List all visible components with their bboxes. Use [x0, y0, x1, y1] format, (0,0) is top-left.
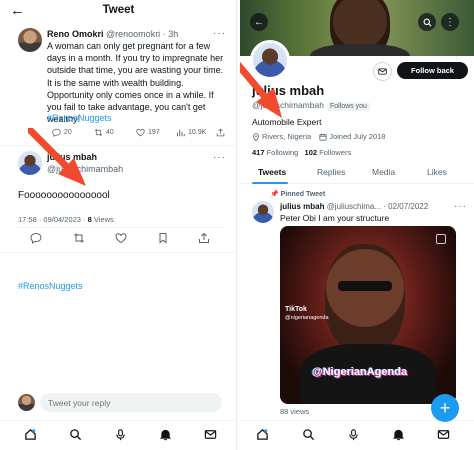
views-chart-icon: [177, 129, 185, 137]
tab-replies[interactable]: Replies: [317, 167, 345, 177]
followers-label: Followers: [317, 148, 352, 157]
follows-you-badge: Follows you: [326, 102, 370, 111]
pinned-date: · 02/07/2022: [383, 202, 429, 211]
pinned-author-handle: @juliuschima...: [326, 202, 382, 211]
bottom-nav: [240, 420, 474, 450]
pinned-label-text: Pinned Tweet: [280, 191, 326, 198]
avatar[interactable]: [18, 28, 42, 52]
banner-photo: [310, 44, 410, 56]
location: Rivers, Nigeria: [252, 132, 311, 141]
follow-counts: 417 Following 102 Followers: [252, 148, 351, 157]
followers-link[interactable]: 102 Followers: [305, 148, 352, 157]
more-options-icon[interactable]: ···: [213, 28, 226, 39]
active-tab-indicator: [252, 182, 288, 184]
retweet-icon[interactable]: [73, 232, 85, 244]
hashtag-link[interactable]: #RenosNuggets: [47, 113, 112, 123]
reply-views-label: Views: [91, 215, 114, 224]
tab-media[interactable]: Media: [372, 167, 395, 177]
tab-tweets[interactable]: Tweets: [258, 167, 286, 177]
tweet-author: Reno Omokri @renoomokri · 3h: [47, 29, 178, 39]
calendar-icon: [319, 133, 327, 141]
page-title: Tweet: [102, 4, 135, 16]
view-count-label: 10.9K: [188, 129, 207, 136]
hashtag-link[interactable]: #RenosNuggets: [18, 281, 83, 291]
retweet-count-label: 40: [106, 129, 114, 136]
follow-back-button[interactable]: Follow back: [397, 62, 468, 79]
reply-timestamp: 17:58 · 09/04/2023 ·: [18, 215, 88, 224]
red-arrow-annotation: [28, 128, 86, 186]
reply-meta: 17:58 · 09/04/2023 · 8 Views: [18, 215, 114, 224]
tiktok-handle: @nigerianagenda: [285, 315, 329, 321]
tiktok-watermark: TikTok @nigerianagenda: [285, 306, 329, 322]
notifications-bell-icon[interactable]: [392, 428, 405, 441]
red-arrow-annotation: [240, 61, 282, 118]
tab-likes[interactable]: Likes: [427, 167, 447, 177]
share-button[interactable]: [216, 128, 225, 137]
compose-tweet-button[interactable]: +: [431, 394, 459, 422]
divider: [18, 227, 223, 228]
pin-icon: 📌: [270, 191, 279, 198]
messages-mail-icon[interactable]: [437, 428, 450, 441]
reply-actions: [30, 232, 212, 246]
pinned-author-name[interactable]: julius mbah: [280, 202, 324, 211]
message-button[interactable]: [373, 62, 392, 81]
reply-composer: [12, 392, 224, 414]
back-arrow-icon[interactable]: ←: [250, 13, 268, 31]
like-count-label: 197: [148, 129, 160, 136]
search-icon: [423, 18, 431, 26]
notifications-bell-icon[interactable]: [159, 428, 172, 441]
mail-icon: [378, 68, 387, 75]
followers-count: 102: [304, 148, 318, 157]
author-handle: @renoomokri: [106, 29, 161, 39]
search-icon[interactable]: [418, 13, 436, 31]
home-icon[interactable]: [256, 428, 269, 441]
reply-icon[interactable]: [30, 232, 42, 244]
home-icon[interactable]: [24, 428, 37, 441]
profile-tabs: Tweets Replies Media Likes: [240, 162, 474, 184]
tiktok-label: TikTok: [285, 306, 307, 313]
pinned-author: julius mbah @juliuschima... · 02/07/2022: [280, 202, 428, 211]
video-frame: [338, 281, 392, 291]
pinned-label: 📌 Pinned Tweet: [270, 190, 325, 198]
top-bar: ← Tweet: [0, 0, 236, 24]
avatar: [18, 394, 35, 411]
more-options-icon[interactable]: ···: [454, 201, 467, 212]
profile-meta: Rivers, Nigeria Joined July 2018: [252, 132, 385, 141]
tweet-detail-screen: ← Tweet Reno Omokri @renoomokri · 3h ···…: [0, 0, 237, 450]
tweet-age: · 3h: [162, 29, 179, 39]
more-options-icon[interactable]: ···: [213, 152, 226, 163]
search-icon[interactable]: [302, 428, 315, 441]
share-icon: [216, 128, 225, 137]
bottom-nav: [0, 420, 236, 450]
heart-icon: [136, 128, 145, 137]
gif-badge-icon: [436, 234, 446, 244]
following-count: 417: [252, 148, 265, 157]
join-date-label: Joined July 2018: [329, 132, 386, 141]
reply-input[interactable]: [40, 393, 222, 412]
pinned-tweet-text: Peter Obi I am your structure: [280, 213, 390, 223]
join-date: Joined July 2018: [319, 132, 385, 141]
messages-mail-icon[interactable]: [204, 428, 217, 441]
bookmark-icon[interactable]: [157, 232, 169, 244]
spaces-icon[interactable]: [114, 428, 127, 441]
video-views: 88 views: [280, 407, 310, 416]
following-link[interactable]: 417 Following: [252, 148, 298, 157]
author-name[interactable]: Reno Omokri: [47, 29, 104, 39]
heart-icon[interactable]: [115, 232, 127, 244]
more-options-icon[interactable]: ⋮: [441, 13, 459, 31]
video-watermark: @NigerianAgenda: [312, 366, 408, 378]
view-count[interactable]: 10.9K: [176, 128, 206, 137]
pinned-video[interactable]: TikTok @nigerianagenda @NigerianAgenda: [280, 226, 456, 404]
spaces-icon[interactable]: [347, 428, 360, 441]
location-pin-icon: [253, 132, 259, 141]
share-icon[interactable]: [198, 232, 210, 244]
divider: [0, 252, 236, 253]
search-icon[interactable]: [69, 428, 82, 441]
following-label: Following: [264, 148, 299, 157]
avatar[interactable]: [252, 201, 274, 223]
video-frame: [325, 244, 405, 354]
location-label: Rivers, Nigeria: [262, 132, 312, 141]
like-count[interactable]: 197: [136, 128, 160, 137]
profile-screen: ← ⋮ Follow back julius mbah @juliuschima…: [240, 0, 474, 450]
